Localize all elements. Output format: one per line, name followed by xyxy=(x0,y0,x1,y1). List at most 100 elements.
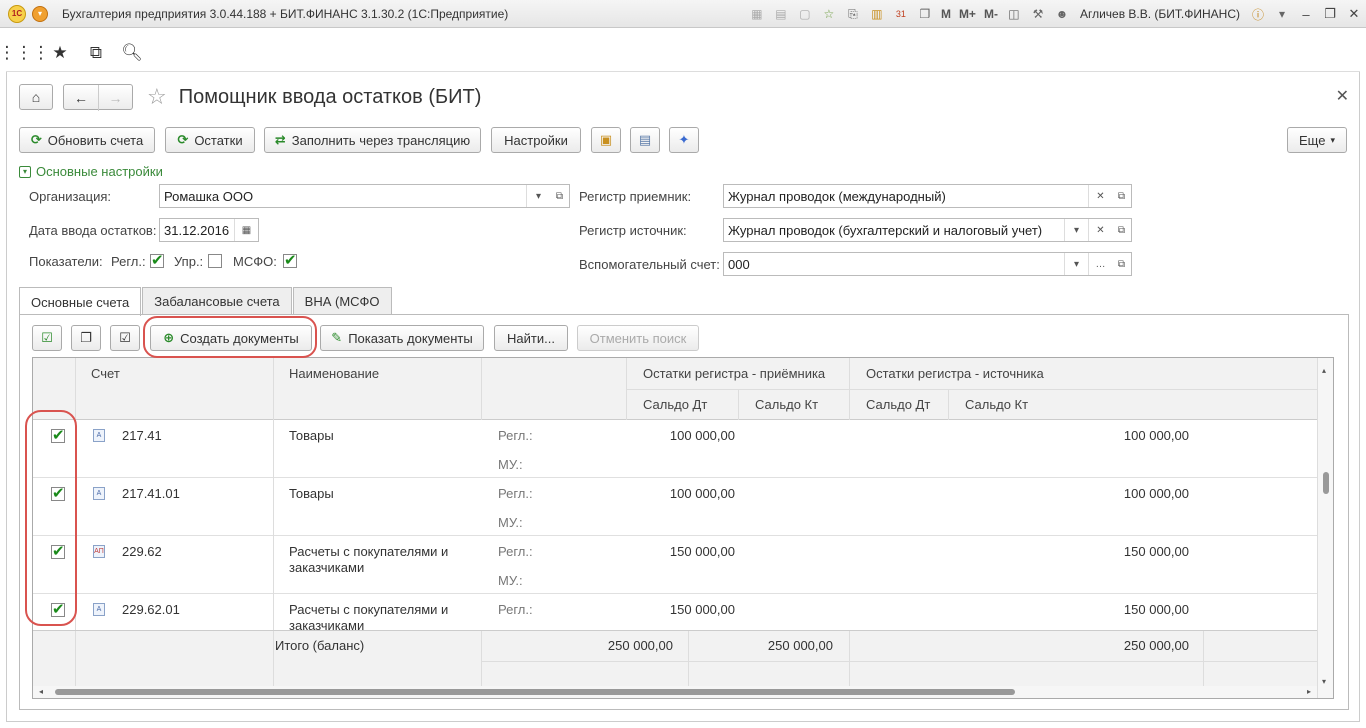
close-form-icon[interactable]: ✕ xyxy=(1336,86,1349,106)
restore-icon[interactable]: ❐ xyxy=(1318,6,1342,22)
apps-grid-icon[interactable]: ⋮⋮⋮ xyxy=(0,38,50,68)
source-register-field[interactable]: Журнал проводок (бухгалтерский и налогов… xyxy=(723,218,1113,242)
footer-divider xyxy=(273,631,274,691)
source-dt-value: 150 000,00 xyxy=(1123,544,1189,559)
print-icon[interactable]: ▤ xyxy=(772,5,790,23)
balances-button[interactable]: ⟳ Остатки xyxy=(165,127,255,153)
home-button[interactable]: ⌂ xyxy=(19,84,53,110)
source-register-label: Регистр источник: xyxy=(579,223,687,238)
dropdown-icon[interactable]: ▾ xyxy=(1064,253,1088,275)
col-receiver-kt-header[interactable]: Сальдо Кт xyxy=(755,397,818,412)
forward-button[interactable]: → xyxy=(98,85,132,111)
settings-button[interactable]: Настройки xyxy=(491,127,581,153)
horizontal-scrollbar[interactable]: ◂ ▸ xyxy=(33,686,1317,698)
create-documents-button[interactable]: ⊕ Создать документы xyxy=(150,325,312,351)
main-settings-group-toggle[interactable]: ▾ Основные настройки xyxy=(19,164,163,179)
tools-icon[interactable]: ⚒ xyxy=(1029,5,1047,23)
upr-checkbox[interactable] xyxy=(208,254,222,268)
memory-m-button[interactable]: M xyxy=(941,7,951,21)
select-ellipsis-icon[interactable]: … xyxy=(1088,253,1112,275)
table-row[interactable]: AП 229.62 Расчеты с покупателями и заказ… xyxy=(33,536,1317,594)
scroll-down-icon[interactable]: ▾ xyxy=(1322,677,1326,686)
dropdown-icon[interactable]: ▾ xyxy=(526,185,550,207)
calendar-icon[interactable]: ▦ xyxy=(234,219,258,241)
check-all-button[interactable]: ☑ xyxy=(32,325,62,351)
scroll-up-icon[interactable]: ▴ xyxy=(1322,366,1326,375)
aux-account-field[interactable]: 000 ▾ … xyxy=(723,252,1113,276)
favorites-star-icon[interactable]: ★ xyxy=(42,38,78,68)
regl-checkbox[interactable] xyxy=(150,251,164,269)
col-source-kt-header[interactable]: Сальдо Кт xyxy=(965,397,1028,412)
open-receiver-register-button[interactable]: ⧉ xyxy=(1112,184,1132,208)
disk-gear-icon: ▤ xyxy=(638,132,652,147)
calendar-icon[interactable]: 31 xyxy=(892,5,910,23)
scroll-left-icon[interactable]: ◂ xyxy=(39,687,43,696)
panel-icon[interactable]: ◫ xyxy=(1005,5,1023,23)
history-icon[interactable]: ⧉ xyxy=(78,38,114,68)
minimize-icon[interactable]: – xyxy=(1294,7,1318,22)
account-code: 217.41.01 xyxy=(122,486,180,501)
preview-icon[interactable]: ▢ xyxy=(796,5,814,23)
search-icon[interactable]: 🔍︎ xyxy=(114,38,150,68)
link-icon[interactable]: ⎘ xyxy=(844,5,862,23)
row-checkbox[interactable] xyxy=(51,484,65,502)
row-checkbox[interactable] xyxy=(51,600,65,618)
invert-check-button[interactable]: ☑ xyxy=(110,325,140,351)
mu-sub-label: МУ.: xyxy=(498,515,523,530)
save-settings-button[interactable]: ▤ xyxy=(630,127,660,153)
favorite-add-icon[interactable]: ☆ xyxy=(820,5,838,23)
favorite-star-icon[interactable]: ☆ xyxy=(147,84,167,110)
table-row[interactable]: A 217.41.01 Товары Регл.: МУ.: 100 000,0… xyxy=(33,478,1317,536)
horizontal-scroll-thumb[interactable] xyxy=(55,689,1015,695)
table-row[interactable]: A 217.41 Товары Регл.: МУ.: 100 000,00 1… xyxy=(33,420,1317,478)
open-aux-account-button[interactable]: ⧉ xyxy=(1112,252,1132,276)
col-receiver-dt-header[interactable]: Сальдо Дт xyxy=(643,397,707,412)
tab-vna-msfo[interactable]: ВНА (МСФО xyxy=(292,287,392,315)
current-user[interactable]: Агличев В.В. (БИТ.ФИНАНС) xyxy=(1080,7,1240,21)
tab-off-balance-accounts[interactable]: Забалансовые счета xyxy=(142,287,292,315)
scroll-right-icon[interactable]: ▸ xyxy=(1307,687,1311,696)
memory-plus-button[interactable]: M+ xyxy=(959,7,976,21)
cancel-search-button[interactable]: Отменить поиск xyxy=(577,325,699,351)
account-icon: AП xyxy=(93,545,105,558)
vertical-scrollbar[interactable]: ▴ ▾ xyxy=(1317,358,1333,698)
close-window-icon[interactable]: ✕ xyxy=(1342,6,1366,22)
mu-sub-label: МУ.: xyxy=(498,573,523,588)
more-button[interactable]: Еще ▾ xyxy=(1287,127,1347,153)
back-button[interactable]: ← xyxy=(64,85,98,111)
open-organization-button[interactable]: ⧉ xyxy=(550,184,570,208)
save-icon[interactable]: ▦ xyxy=(748,5,766,23)
row-checkbox[interactable] xyxy=(51,426,65,444)
calculator-icon[interactable]: ▥ xyxy=(868,5,886,23)
fill-via-translation-button[interactable]: ⇄ Заполнить через трансляцию xyxy=(264,127,481,153)
source-dt-value: 100 000,00 xyxy=(1123,428,1189,443)
row-checkbox[interactable] xyxy=(51,542,65,560)
refresh-icon: ⟳ xyxy=(177,132,189,147)
organization-field[interactable]: Ромашка ООО ▾ xyxy=(159,184,551,208)
copy-icon[interactable]: ❐ xyxy=(916,5,934,23)
col-account-header[interactable]: Счет xyxy=(91,366,120,381)
table-row[interactable]: A 229.62.01 Расчеты с покупателями и зак… xyxy=(33,594,1317,630)
tab-main-accounts[interactable]: Основные счета xyxy=(19,287,142,316)
find-button[interactable]: Найти... xyxy=(494,325,568,351)
info-icon[interactable]: ⓘ xyxy=(1249,5,1267,23)
dropdown-icon[interactable]: ▾ xyxy=(1064,219,1088,241)
hint-button[interactable]: ✦ xyxy=(669,127,699,153)
clear-icon[interactable]: ✕ xyxy=(1088,185,1112,207)
receiver-register-field[interactable]: Журнал проводок (международный) ✕ xyxy=(723,184,1113,208)
memory-minus-button[interactable]: M- xyxy=(984,7,998,21)
folder-settings-button[interactable]: ▣ xyxy=(591,127,621,153)
show-documents-button[interactable]: ✎ Показать документы xyxy=(320,325,484,351)
col-name-header[interactable]: Наименование xyxy=(289,366,379,381)
col-source-dt-header[interactable]: Сальдо Дт xyxy=(866,397,930,412)
vertical-scroll-thumb[interactable] xyxy=(1323,472,1329,494)
menu-dropdown-icon[interactable]: ▾ xyxy=(1273,5,1291,23)
msfo-checkbox[interactable] xyxy=(283,251,297,269)
balance-date-field[interactable]: 31.12.2016 ▦ xyxy=(159,218,259,242)
refresh-accounts-button[interactable]: ⟳ Обновить счета xyxy=(19,127,155,153)
account-icon: A xyxy=(93,429,105,442)
main-menu-icon[interactable]: ▾ xyxy=(32,5,48,22)
open-source-register-button[interactable]: ⧉ xyxy=(1112,218,1132,242)
clear-icon[interactable]: ✕ xyxy=(1088,219,1112,241)
uncheck-all-button[interactable]: ❐ xyxy=(71,325,101,351)
